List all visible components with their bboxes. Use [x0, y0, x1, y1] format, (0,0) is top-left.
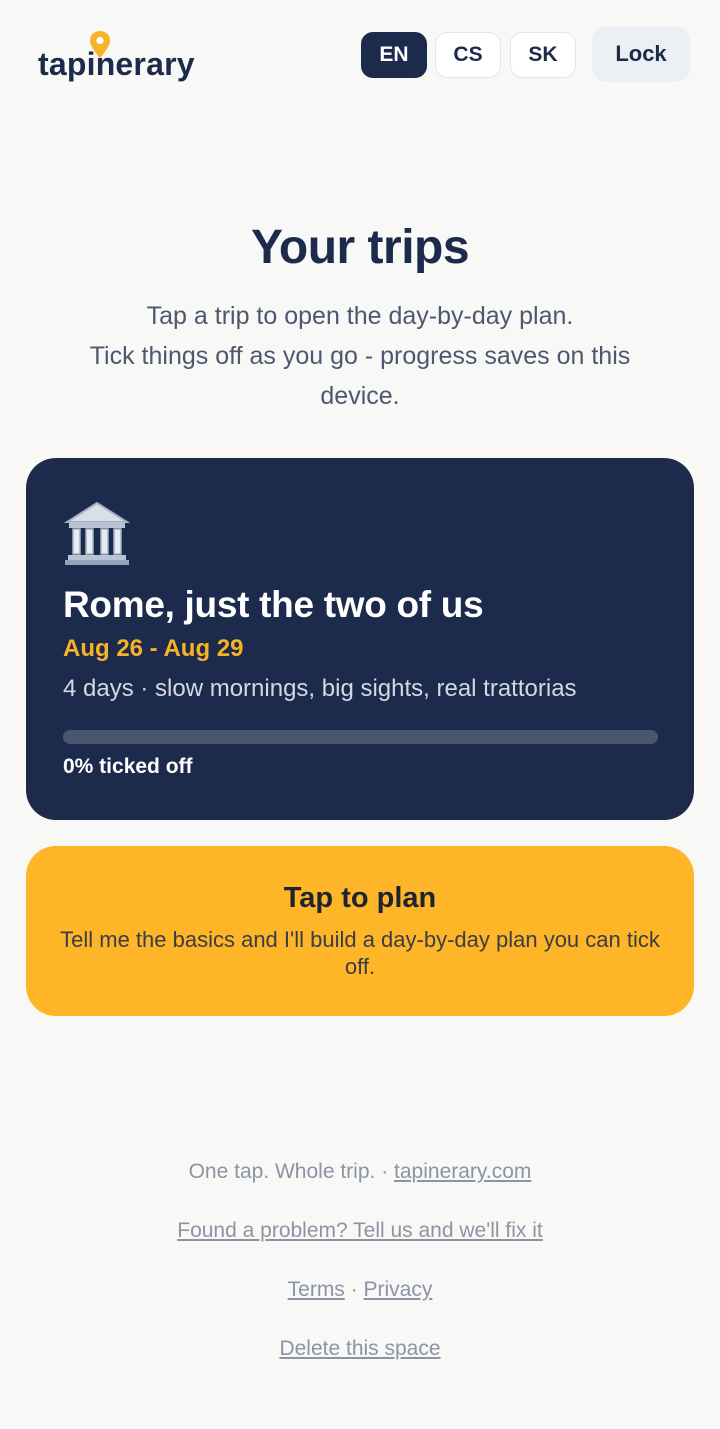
progress-bar	[63, 730, 658, 744]
privacy-link[interactable]: Privacy	[364, 1278, 433, 1301]
location-pin-icon	[90, 31, 110, 58]
logo-text: tapinerary	[38, 46, 195, 82]
trip-description: 4 days · slow mornings, big sights, real…	[63, 675, 577, 702]
language-sk-button[interactable]: SK	[510, 32, 576, 78]
page-subtitle: Tap a trip to open the day-by-day plan. …	[50, 296, 670, 416]
language-en-button[interactable]: EN	[361, 32, 427, 78]
trip-dates: Aug 26 - Aug 29	[63, 635, 244, 662]
site-link[interactable]: tapinerary.com	[394, 1160, 531, 1183]
footer-feedback-row: Found a problem? Tell us and we'll fix i…	[0, 1219, 720, 1243]
trip-card[interactable]: Rome, just the two of us Aug 26 - Aug 29…	[26, 458, 694, 820]
lock-button[interactable]: Lock	[592, 26, 690, 82]
subtitle-line-1: Tap a trip to open the day-by-day plan.	[146, 302, 574, 330]
top-bar: tapinerary EN CS SK Lock	[0, 0, 720, 110]
delete-space-link[interactable]: Delete this space	[279, 1337, 440, 1360]
classical-building-icon	[64, 501, 130, 565]
footer-tagline: One tap. Whole trip.	[188, 1160, 376, 1183]
legal-separator: ·	[350, 1278, 358, 1301]
language-cs-button[interactable]: CS	[435, 32, 501, 78]
plan-card-description: Tell me the basics and I'll build a day-…	[60, 927, 660, 979]
page: tapinerary EN CS SK Lock Your trips Tap …	[0, 0, 720, 1429]
footer-separator: ·	[381, 1160, 389, 1183]
progress-label: 0% ticked off	[63, 755, 193, 778]
subtitle-line-2: Tick things off as you go - progress sav…	[89, 342, 631, 410]
plan-card-title: Tap to plan	[283, 882, 437, 914]
page-title: Your trips	[250, 221, 470, 274]
tap-to-plan-card[interactable]: Tap to plan Tell me the basics and I'll …	[26, 846, 694, 1016]
footer-delete-row: Delete this space	[0, 1337, 720, 1361]
footer-tagline-row: One tap. Whole trip. · tapinerary.com	[0, 1160, 720, 1184]
trip-name: Rome, just the two of us	[63, 584, 484, 625]
footer-legal-row: Terms · Privacy	[0, 1278, 720, 1302]
feedback-link[interactable]: Found a problem? Tell us and we'll fix i…	[177, 1219, 542, 1242]
terms-link[interactable]: Terms	[288, 1278, 345, 1301]
